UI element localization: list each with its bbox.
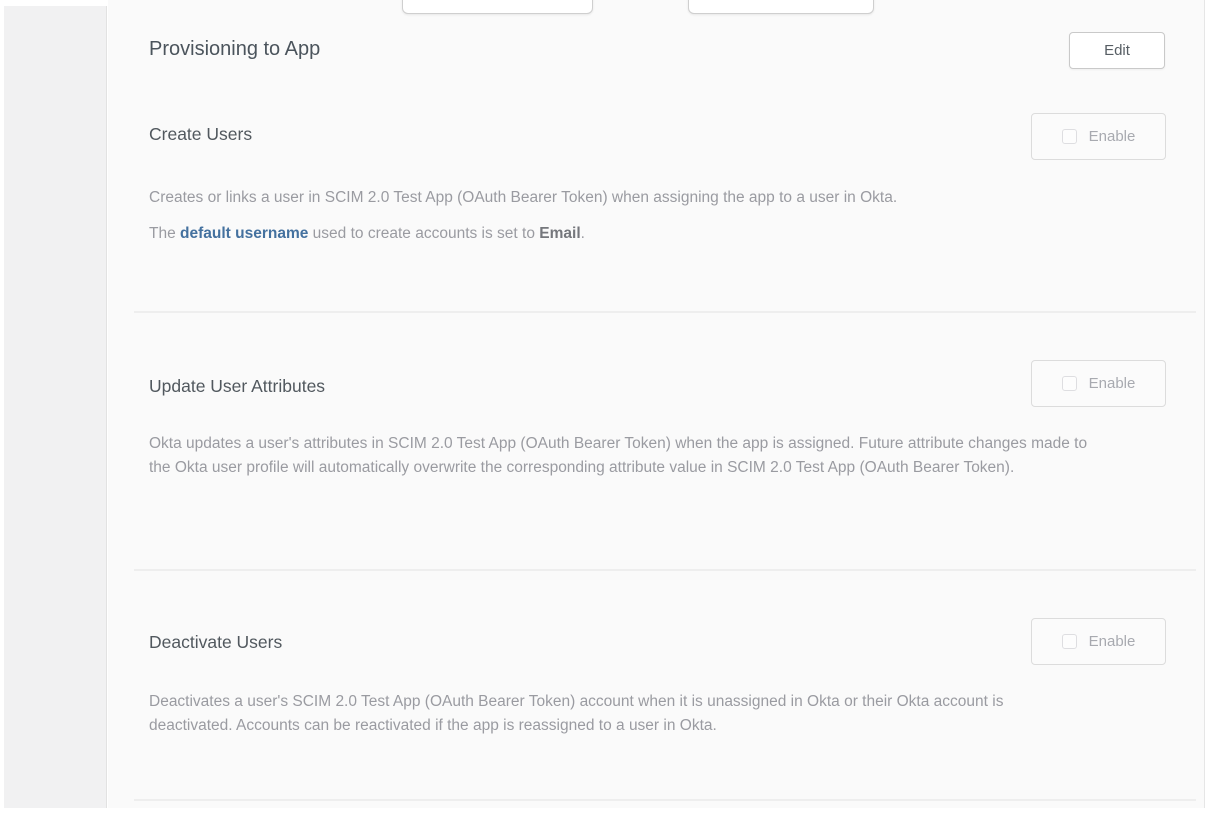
create-users-username-note: The default username used to create acco… bbox=[149, 222, 1089, 246]
create-users-enable-checkbox[interactable] bbox=[1062, 129, 1077, 144]
note-middle: used to create accounts is set to bbox=[308, 225, 539, 242]
deactivate-users-description: Deactivates a user's SCIM 2.0 Test App (… bbox=[149, 690, 1089, 738]
deactivate-users-enable-checkbox[interactable] bbox=[1062, 634, 1077, 649]
section-title-update-user-attributes: Update User Attributes bbox=[149, 376, 325, 397]
enable-label: Enable bbox=[1089, 633, 1136, 650]
create-users-enable-toggle[interactable]: Enable bbox=[1031, 113, 1166, 160]
update-user-attributes-enable-checkbox[interactable] bbox=[1062, 376, 1077, 391]
update-user-attributes-enable-toggle[interactable]: Enable bbox=[1031, 360, 1166, 407]
page-title: Provisioning to App bbox=[149, 38, 320, 61]
default-username-link[interactable]: default username bbox=[180, 225, 308, 242]
cropped-form-field-left[interactable] bbox=[402, 0, 593, 14]
section-divider bbox=[134, 569, 1196, 571]
cropped-form-field-right[interactable] bbox=[688, 0, 874, 14]
note-username-value: Email bbox=[539, 225, 580, 242]
left-sidebar bbox=[4, 6, 107, 808]
edit-button[interactable]: Edit bbox=[1069, 32, 1165, 69]
deactivate-users-enable-toggle[interactable]: Enable bbox=[1031, 618, 1166, 665]
section-title-deactivate-users: Deactivate Users bbox=[149, 632, 282, 653]
note-suffix: . bbox=[581, 225, 585, 242]
enable-label: Enable bbox=[1089, 375, 1136, 392]
enable-label: Enable bbox=[1089, 128, 1136, 145]
section-title-create-users: Create Users bbox=[149, 124, 252, 145]
update-user-attributes-description: Okta updates a user's attributes in SCIM… bbox=[149, 432, 1089, 480]
section-divider bbox=[134, 799, 1196, 801]
provisioning-page: Provisioning to App Edit Create Users En… bbox=[0, 0, 1212, 820]
create-users-description: Creates or links a user in SCIM 2.0 Test… bbox=[149, 186, 1089, 210]
section-divider bbox=[134, 311, 1196, 313]
note-prefix: The bbox=[149, 225, 180, 242]
provisioning-to-app-panel: Provisioning to App Edit Create Users En… bbox=[108, 0, 1205, 808]
